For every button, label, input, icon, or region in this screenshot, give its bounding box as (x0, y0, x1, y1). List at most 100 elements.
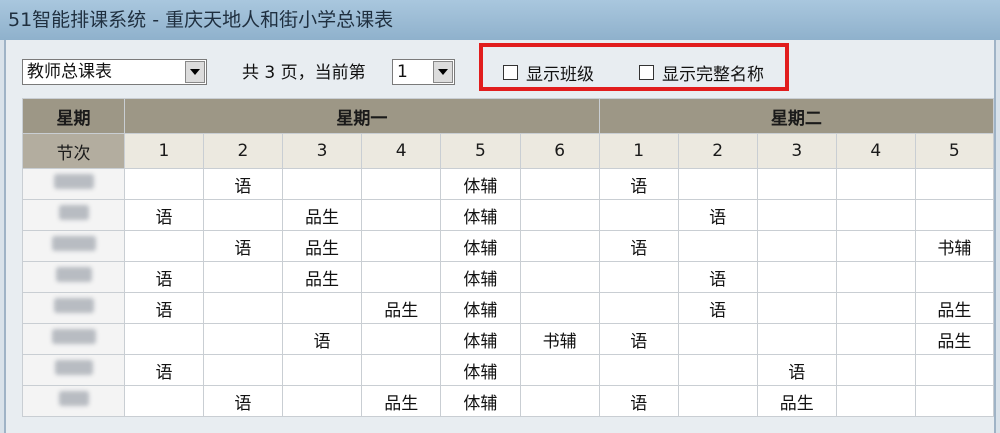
table-row[interactable]: 语 体辅 语 (22, 168, 995, 200)
schedule-cell[interactable]: 语 (281, 323, 363, 355)
schedule-cell[interactable] (756, 230, 837, 262)
schedule-cell[interactable]: 语 (202, 385, 283, 417)
checkbox-icon[interactable] (503, 65, 518, 80)
schedule-cell[interactable] (124, 323, 204, 355)
table-row[interactable]: 语品生 体辅语品生 (22, 385, 995, 417)
schedule-cell[interactable]: 品生 (361, 385, 442, 417)
schedule-cell[interactable]: 品生 (281, 230, 363, 262)
schedule-cell[interactable]: 语 (598, 385, 679, 417)
schedule-cell[interactable] (598, 261, 679, 293)
schedule-cell[interactable] (519, 168, 600, 200)
schedule-cell[interactable]: 体辅 (440, 385, 521, 417)
schedule-cell[interactable] (361, 323, 442, 355)
schedule-cell[interactable] (677, 323, 758, 355)
schedule-cell[interactable] (202, 354, 283, 386)
schedule-cell[interactable]: 语 (677, 292, 758, 324)
schedule-cell[interactable]: 品生 (361, 292, 442, 324)
teacher-name-cell[interactable] (22, 261, 125, 293)
schedule-cell[interactable] (281, 354, 363, 386)
schedule-cell[interactable] (361, 230, 442, 262)
page-select[interactable]: 1 (392, 59, 455, 85)
schedule-cell[interactable] (519, 230, 600, 262)
table-row[interactable]: 语 体辅 语 (22, 354, 995, 386)
teacher-name-cell[interactable] (22, 230, 125, 262)
schedule-cell[interactable]: 品生 (281, 199, 363, 231)
table-row[interactable]: 语 品生 体辅 语 (22, 261, 995, 293)
schedule-cell[interactable] (598, 292, 679, 324)
schedule-cell[interactable] (835, 168, 916, 200)
schedule-cell[interactable] (756, 261, 837, 293)
schedule-cell[interactable]: 书辅 (519, 323, 600, 355)
table-row[interactable]: 语品生 体辅语品生 (22, 292, 995, 324)
schedule-cell[interactable] (361, 199, 442, 231)
view-select[interactable]: 教师总课表 (22, 59, 207, 85)
schedule-cell[interactable] (202, 323, 283, 355)
schedule-cell[interactable]: 语 (598, 323, 679, 355)
schedule-cell[interactable]: 品生 (914, 323, 995, 355)
schedule-cell[interactable]: 品生 (281, 261, 363, 293)
teacher-name-cell[interactable] (22, 385, 125, 417)
chevron-down-icon[interactable] (185, 61, 205, 83)
schedule-cell[interactable] (124, 168, 204, 200)
teacher-name-cell[interactable] (22, 168, 125, 200)
schedule-cell[interactable] (519, 261, 600, 293)
schedule-cell[interactable]: 体辅 (440, 230, 521, 262)
schedule-cell[interactable]: 语 (124, 261, 204, 293)
schedule-cell[interactable] (914, 261, 995, 293)
schedule-cell[interactable] (835, 261, 916, 293)
schedule-cell[interactable] (835, 323, 916, 355)
schedule-cell[interactable]: 品生 (914, 292, 995, 324)
schedule-cell[interactable]: 体辅 (440, 323, 521, 355)
teacher-name-cell[interactable] (22, 354, 125, 386)
schedule-cell[interactable] (756, 199, 837, 231)
schedule-cell[interactable] (598, 354, 679, 386)
schedule-cell[interactable] (835, 292, 916, 324)
schedule-cell[interactable]: 体辅 (440, 354, 521, 386)
teacher-name-cell[interactable] (22, 323, 125, 355)
schedule-cell[interactable] (835, 199, 916, 231)
schedule-cell[interactable]: 语 (124, 292, 204, 324)
schedule-cell[interactable] (281, 168, 363, 200)
schedule-cell[interactable]: 体辅 (440, 199, 521, 231)
schedule-cell[interactable] (281, 385, 363, 417)
schedule-cell[interactable] (914, 199, 995, 231)
schedule-cell[interactable] (677, 230, 758, 262)
schedule-cell[interactable]: 语 (677, 261, 758, 293)
teacher-name-cell[interactable] (22, 292, 125, 324)
schedule-cell[interactable] (202, 292, 283, 324)
schedule-cell[interactable] (361, 168, 442, 200)
schedule-cell[interactable] (756, 292, 837, 324)
checkbox-icon[interactable] (639, 65, 654, 80)
schedule-cell[interactable] (124, 230, 204, 262)
schedule-cell[interactable]: 语 (756, 354, 837, 386)
schedule-cell[interactable]: 语 (124, 354, 204, 386)
schedule-cell[interactable] (835, 354, 916, 386)
schedule-cell[interactable] (677, 385, 758, 417)
teacher-name-cell[interactable] (22, 199, 125, 231)
schedule-cell[interactable] (281, 292, 363, 324)
schedule-cell[interactable]: 语 (677, 199, 758, 231)
show-fullname-checkbox[interactable]: 显示完整名称 (639, 60, 764, 85)
schedule-cell[interactable] (124, 385, 204, 417)
schedule-cell[interactable] (202, 261, 283, 293)
schedule-cell[interactable]: 语 (202, 230, 283, 262)
schedule-cell[interactable]: 体辅 (440, 168, 521, 200)
table-row[interactable]: 语体辅 书辅语品生 (22, 323, 995, 355)
schedule-cell[interactable] (202, 199, 283, 231)
schedule-cell[interactable] (914, 354, 995, 386)
schedule-cell[interactable] (677, 168, 758, 200)
schedule-cell[interactable] (677, 354, 758, 386)
schedule-cell[interactable] (519, 385, 600, 417)
schedule-cell[interactable] (914, 385, 995, 417)
schedule-cell[interactable] (835, 385, 916, 417)
schedule-cell[interactable]: 语 (124, 199, 204, 231)
schedule-cell[interactable] (361, 354, 442, 386)
schedule-cell[interactable] (598, 199, 679, 231)
schedule-cell[interactable]: 书辅 (914, 230, 995, 262)
table-row[interactable]: 语品生 体辅语书辅 (22, 230, 995, 262)
schedule-cell[interactable] (519, 292, 600, 324)
schedule-cell[interactable]: 语 (202, 168, 283, 200)
chevron-down-icon[interactable] (433, 61, 453, 83)
schedule-cell[interactable]: 体辅 (440, 261, 521, 293)
schedule-cell[interactable] (756, 323, 837, 355)
